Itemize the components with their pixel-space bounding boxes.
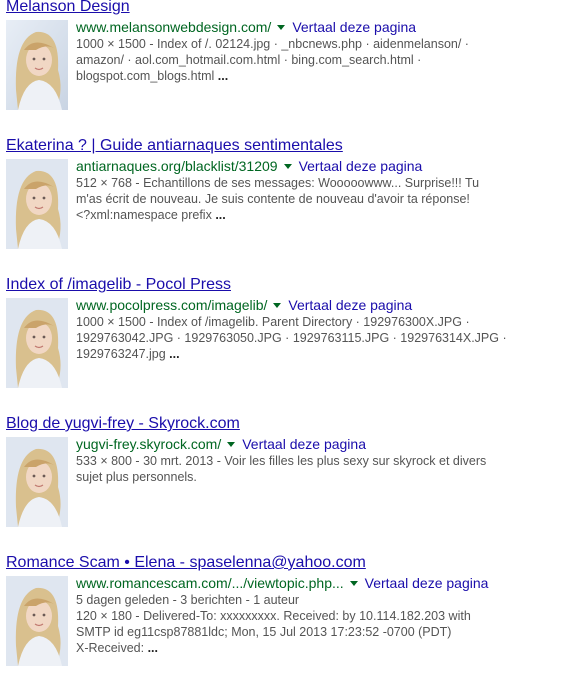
result-url-line: www.melansonwebdesign.com/Vertaal deze p… <box>76 18 576 36</box>
translate-page-link[interactable]: Vertaal deze pagina <box>242 436 366 452</box>
translate-page-link[interactable]: Vertaal deze pagina <box>365 575 489 591</box>
result-thumbnail[interactable] <box>6 20 68 110</box>
result-body: www.romancescam.com/.../viewtopic.php...… <box>6 574 576 666</box>
snippet-line: 1000 × 1500 - Index of /imagelib. Parent… <box>76 315 470 329</box>
result-thumbnail[interactable] <box>6 576 68 666</box>
result-url-line: www.romancescam.com/.../viewtopic.php...… <box>76 574 576 592</box>
search-result: Index of /imagelib - Pocol Press www.poc… <box>6 275 576 388</box>
snippet-text: <?xml:namespace prefix <box>76 208 212 222</box>
result-url-line: yugvi-frey.skyrock.com/Vertaal deze pagi… <box>76 435 576 453</box>
result-url[interactable]: www.pocolpress.com/imagelib/ <box>76 297 267 313</box>
dropdown-caret-icon[interactable] <box>349 581 358 586</box>
snippet-line: 1000 × 1500 - Index of /. 02124.jpg · _n… <box>76 37 469 51</box>
translate-page-link[interactable]: Vertaal deze pagina <box>299 158 423 174</box>
result-thumbnail[interactable] <box>6 437 68 527</box>
result-url-line: antiarnaques.org/blacklist/31209 Vertaal … <box>76 157 576 175</box>
result-title-link[interactable]: Ekaterina ? | Guide antiarnaques sentime… <box>6 136 576 156</box>
translate-page-link[interactable]: Vertaal deze pagina <box>292 19 416 35</box>
snippet-line: 533 × 800 - 30 mrt. 2013 - Voir les fill… <box>76 454 487 468</box>
result-info: www.romancescam.com/.../viewtopic.php...… <box>76 574 576 656</box>
result-title-link[interactable]: Romance Scam • Elena - spaselenna@yahoo.… <box>6 553 576 573</box>
result-title-link[interactable]: Index of /imagelib - Pocol Press <box>6 275 576 295</box>
snippet-line: 5 dagen geleden - 3 berichten - 1 auteur <box>76 593 300 607</box>
snippet-line: 512 × 768 - Echantillons de ses messages… <box>76 176 480 190</box>
snippet-line: 1929763042.JPG · 1929763050.JPG · 192976… <box>76 331 507 345</box>
result-title-link[interactable]: Melanson Design <box>6 0 576 17</box>
search-result: Ekaterina ? | Guide antiarnaques sentime… <box>6 136 576 249</box>
dropdown-caret-icon[interactable] <box>273 303 282 308</box>
result-url[interactable]: www.melansonwebdesign.com/ <box>76 19 271 35</box>
snippet-text: blogspot.com_blogs.html <box>76 69 215 83</box>
snippet-ellipsis: ... <box>147 641 158 655</box>
result-snippet: 512 × 768 - Echantillons de ses messages… <box>76 175 526 223</box>
snippet-ellipsis: ... <box>215 208 226 222</box>
snippet-line: amazon/ · aol.com_hotmail.com.html · bin… <box>76 53 422 67</box>
result-url-line: www.pocolpress.com/imagelib/Vertaal deze… <box>76 296 576 314</box>
result-thumbnail[interactable] <box>6 298 68 388</box>
result-url[interactable]: antiarnaques.org/blacklist/31209 <box>76 158 278 174</box>
result-title-link[interactable]: Blog de yugvi-frey - Skyrock.com <box>6 414 576 434</box>
result-body: antiarnaques.org/blacklist/31209 Vertaal … <box>6 157 576 249</box>
snippet-ellipsis: ... <box>169 347 180 361</box>
result-body: www.melansonwebdesign.com/Vertaal deze p… <box>6 18 576 110</box>
snippet-line: SMTP id eg11csp87881ldc; Mon, 15 Jul 201… <box>76 625 452 639</box>
snippet-text: X-Received: <box>76 641 145 655</box>
snippet-ellipsis: ... <box>217 69 229 83</box>
result-body: www.pocolpress.com/imagelib/Vertaal deze… <box>6 296 576 388</box>
result-info: antiarnaques.org/blacklist/31209 Vertaal … <box>76 157 576 223</box>
dropdown-caret-icon[interactable] <box>227 442 236 447</box>
snippet-text: 1929763247.jpg <box>76 347 166 361</box>
result-thumbnail[interactable] <box>6 159 68 249</box>
search-result: Romance Scam • Elena - spaselenna@yahoo.… <box>6 553 576 666</box>
result-url[interactable]: yugvi-frey.skyrock.com/ <box>76 436 221 452</box>
search-result: Melanson Design www.melansonwebdesign.co… <box>6 0 576 110</box>
snippet-line: sujet plus personnels. <box>76 470 197 484</box>
dropdown-caret-icon[interactable] <box>283 164 292 169</box>
search-results: Melanson Design www.melansonwebdesign.co… <box>0 0 579 682</box>
snippet-line: <?xml:namespace prefix ... <box>76 207 526 223</box>
result-info: www.pocolpress.com/imagelib/Vertaal deze… <box>76 296 576 362</box>
search-result: Blog de yugvi-frey - Skyrock.com yugvi-f… <box>6 414 576 527</box>
result-snippet: 5 dagen geleden - 3 berichten - 1 auteur… <box>76 592 526 656</box>
result-url[interactable]: www.romancescam.com/.../viewtopic.php... <box>76 575 344 591</box>
translate-page-link[interactable]: Vertaal deze pagina <box>288 297 412 313</box>
snippet-line: blogspot.com_blogs.html ... <box>76 68 526 84</box>
snippet-line: 1929763247.jpg ... <box>76 346 526 362</box>
result-info: www.melansonwebdesign.com/Vertaal deze p… <box>76 18 576 84</box>
snippet-line: X-Received: ... <box>76 640 526 656</box>
result-snippet: 1000 × 1500 - Index of /. 02124.jpg · _n… <box>76 36 526 84</box>
result-snippet: 533 × 800 - 30 mrt. 2013 - Voir les fill… <box>76 453 526 485</box>
dropdown-caret-icon[interactable] <box>277 25 286 30</box>
snippet-line: m'as écrit de nouveau. Je suis contente … <box>76 192 470 206</box>
result-snippet: 1000 × 1500 - Index of /imagelib. Parent… <box>76 314 526 362</box>
snippet-line: 120 × 180 - Delivered-To: xxxxxxxxx. Rec… <box>76 609 471 623</box>
result-body: yugvi-frey.skyrock.com/Vertaal deze pagi… <box>6 435 576 527</box>
result-info: yugvi-frey.skyrock.com/Vertaal deze pagi… <box>76 435 576 485</box>
